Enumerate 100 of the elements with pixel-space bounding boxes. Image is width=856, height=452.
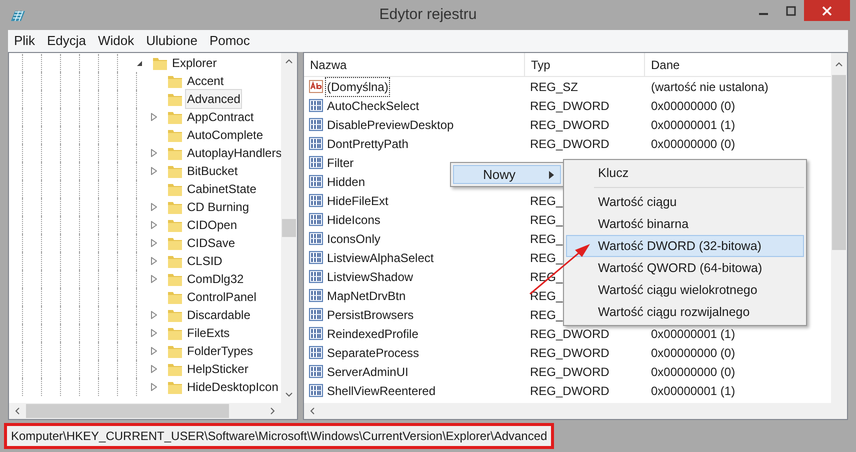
tree-item[interactable]: BitBucket <box>185 161 240 181</box>
folder-icon <box>167 110 183 124</box>
submenu-item[interactable]: Wartość ciągu <box>566 191 804 213</box>
value-name[interactable]: IconsOnly <box>325 228 382 248</box>
submenu-item[interactable]: Klucz <box>566 162 804 184</box>
tree-item[interactable]: HelpSticker <box>185 359 250 379</box>
value-type: REG_DWORD <box>530 326 610 340</box>
value-name[interactable]: Filter <box>325 152 356 172</box>
close-button[interactable] <box>804 0 850 21</box>
tree-item[interactable]: CIDOpen <box>185 215 240 235</box>
value-type: REG_ <box>530 212 563 226</box>
value-data: 0x00000001 (1) <box>651 384 736 398</box>
binary-value-icon <box>309 251 323 264</box>
value-name[interactable]: HideFileExt <box>325 190 390 210</box>
vertical-scrollbar[interactable] <box>831 53 847 403</box>
value-name[interactable]: PersistBrowsers <box>325 304 416 324</box>
value-name[interactable]: ReindexedProfile <box>325 324 420 344</box>
value-type: REG_ <box>530 232 563 246</box>
folder-icon <box>167 200 183 214</box>
tree-item[interactable]: CLSID <box>185 251 224 271</box>
binary-value-icon <box>309 384 323 397</box>
value-data: 0x00000000 (0) <box>651 136 736 150</box>
folder-icon <box>167 182 183 196</box>
column-header[interactable]: Dane <box>645 53 831 76</box>
folder-icon <box>167 164 183 178</box>
submenu-item[interactable]: Wartość QWORD (64-bitowa) <box>566 257 804 279</box>
tree-item[interactable]: Explorer <box>171 54 218 72</box>
folder-icon <box>167 344 183 358</box>
tree-item[interactable]: HideDesktopIcon <box>185 377 280 397</box>
value-name[interactable]: AutoCheckSelect <box>325 96 422 116</box>
tree-item[interactable]: ControlPanel <box>185 287 258 307</box>
value-type: REG_SZ <box>530 80 578 94</box>
tree-item[interactable]: FolderTypes <box>185 341 256 361</box>
value-name[interactable]: ServerAdminUI <box>325 362 410 382</box>
tree-item[interactable]: Accent <box>185 71 226 91</box>
value-name[interactable]: (Domyślna) <box>325 76 390 96</box>
folder-icon <box>152 56 168 70</box>
value-name[interactable]: SeparateProcess <box>325 342 422 362</box>
value-name[interactable]: ListviewAlphaSelect <box>325 248 436 268</box>
value-data: 0x00000000 (0) <box>651 346 736 360</box>
submenu-item[interactable]: Wartość binarna <box>566 213 804 235</box>
menu-item[interactable]: Ulubione <box>140 30 204 52</box>
value-name[interactable]: DisablePreviewDesktop <box>325 114 456 134</box>
folder-icon <box>167 380 183 394</box>
menu-item[interactable]: Plik <box>8 30 41 52</box>
value-data: 0x00000001 (1) <box>651 326 736 340</box>
tree-item[interactable]: FileExts <box>185 323 232 343</box>
column-header[interactable]: Nazwa <box>304 53 525 76</box>
tree-item[interactable]: CD Burning <box>185 197 252 217</box>
string-value-icon <box>309 80 323 93</box>
close-icon <box>822 6 832 16</box>
tree-item[interactable]: ComDlg32 <box>185 269 246 289</box>
folder-icon <box>167 362 183 376</box>
vertical-scrollbar[interactable] <box>281 53 297 403</box>
tree-item[interactable]: CabinetState <box>185 179 258 199</box>
tree-item[interactable]: AutoComplete <box>185 125 266 145</box>
tree-item[interactable]: CIDSave <box>185 233 238 253</box>
menu-item[interactable]: Widok <box>92 30 140 52</box>
value-type: REG_DWORD <box>530 118 610 132</box>
binary-value-icon <box>309 270 323 283</box>
value-type: REG_ <box>530 250 563 264</box>
maximize-icon <box>786 6 796 16</box>
value-type: REG_DWORD <box>530 98 610 112</box>
submenu-item[interactable]: Wartość DWORD (32-bitowa) <box>566 235 804 257</box>
folder-icon <box>167 254 183 268</box>
folder-icon <box>167 308 183 322</box>
submenu-item[interactable]: Wartość ciągu wielokrotnego <box>566 279 804 301</box>
binary-value-icon <box>309 175 323 188</box>
folder-icon <box>167 92 183 106</box>
value-name[interactable]: ShellViewReentered <box>325 380 438 400</box>
submenu-item[interactable]: Wartość ciągu rozwijalnego <box>566 301 804 323</box>
menu-item[interactable]: Edycja <box>40 30 92 52</box>
column-header[interactable]: Typ <box>525 53 645 76</box>
value-name[interactable]: MapNetDrvBtn <box>325 286 408 306</box>
submenu-arrow-icon <box>549 170 554 178</box>
value-data: 0x00000000 (0) <box>651 364 736 378</box>
menu-item[interactable]: Nowy <box>453 165 561 184</box>
scroll-thumb[interactable] <box>282 219 296 237</box>
binary-value-icon <box>309 308 323 321</box>
folder-icon <box>167 326 183 340</box>
value-name[interactable]: HideIcons <box>325 210 382 230</box>
value-type: REG_ <box>530 308 563 322</box>
value-name[interactable]: DontPrettyPath <box>325 134 410 154</box>
folder-icon <box>167 272 183 286</box>
tree-item[interactable]: AutoplayHandlers <box>185 143 281 163</box>
binary-value-icon <box>309 346 323 359</box>
minimize-icon <box>759 12 768 14</box>
binary-value-icon <box>309 118 323 131</box>
horizontal-scrollbar[interactable] <box>9 403 297 419</box>
folder-icon <box>167 218 183 232</box>
value-type: REG_DWORD <box>530 346 610 360</box>
tree-item[interactable]: AppContract <box>185 107 256 127</box>
menu-item[interactable]: Pomoc <box>203 30 256 52</box>
tree-item[interactable]: Discardable <box>185 305 252 325</box>
value-type: REG_DWORD <box>530 384 610 398</box>
tree-item[interactable]: Advanced <box>185 89 242 109</box>
value-data: (wartość nie ustalona) <box>651 80 768 94</box>
value-name[interactable]: Hidden <box>325 172 368 192</box>
horizontal-scrollbar[interactable] <box>304 403 847 419</box>
value-name[interactable]: ListviewShadow <box>325 266 416 286</box>
